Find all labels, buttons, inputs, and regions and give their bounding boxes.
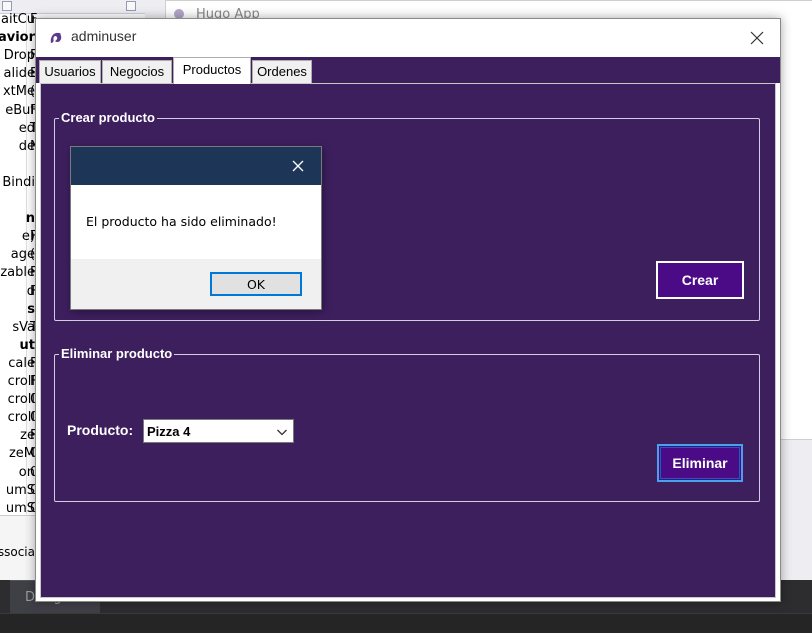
ok-button[interactable]: OK	[210, 272, 302, 296]
tab-negocios[interactable]: Negocios	[102, 60, 172, 83]
message-box-close-button[interactable]	[279, 151, 317, 181]
eliminar-button[interactable]: Eliminar	[657, 444, 743, 482]
eliminar-producto-group: Eliminar producto Producto: Pizza 4 Elim…	[54, 346, 760, 502]
tab-productos[interactable]: Productos	[173, 57, 251, 84]
property-name: n	[25, 211, 35, 227]
property-name: Bindi	[2, 174, 35, 190]
app-logo-icon	[50, 32, 62, 43]
message-text: El producto ha sido eliminado!	[86, 214, 277, 229]
close-icon	[750, 31, 764, 45]
eliminar-producto-legend: Eliminar producto	[59, 346, 175, 362]
producto-dropdown[interactable]: Pizza 4	[143, 419, 294, 443]
window-title: adminuser	[71, 28, 137, 44]
tab-ordenes[interactable]: Ordenes	[252, 60, 312, 83]
properties-description-text: ssocia	[0, 545, 35, 559]
window-close-button[interactable]	[734, 19, 780, 57]
chevron-down-icon	[277, 429, 287, 436]
message-box-title-bar[interactable]	[71, 147, 321, 185]
message-box-dialog: El producto ha sido eliminado! OK	[70, 146, 322, 310]
crear-button[interactable]: Crear	[656, 261, 744, 299]
property-name: ut	[19, 337, 35, 353]
property-name: s	[27, 301, 35, 317]
status-bar	[0, 613, 812, 633]
adminuser-window: adminuser Usuarios Negocios Productos Or…	[35, 18, 781, 602]
tab-strip: Usuarios Negocios Productos Ordenes	[36, 57, 780, 84]
close-icon	[292, 160, 304, 172]
properties-toolbar-button[interactable]	[2, 1, 12, 11]
message-box-footer: OK	[71, 259, 321, 309]
producto-label: Producto:	[67, 422, 134, 438]
crear-producto-legend: Crear producto	[59, 110, 157, 126]
message-box-body: El producto ha sido eliminado!	[71, 185, 321, 259]
properties-toolbar-button[interactable]	[126, 1, 136, 11]
producto-dropdown-value: Pizza 4	[147, 424, 191, 439]
property-name: avior	[0, 30, 35, 46]
window-title-bar[interactable]: adminuser	[36, 19, 780, 57]
tab-usuarios[interactable]: Usuarios	[39, 60, 101, 83]
